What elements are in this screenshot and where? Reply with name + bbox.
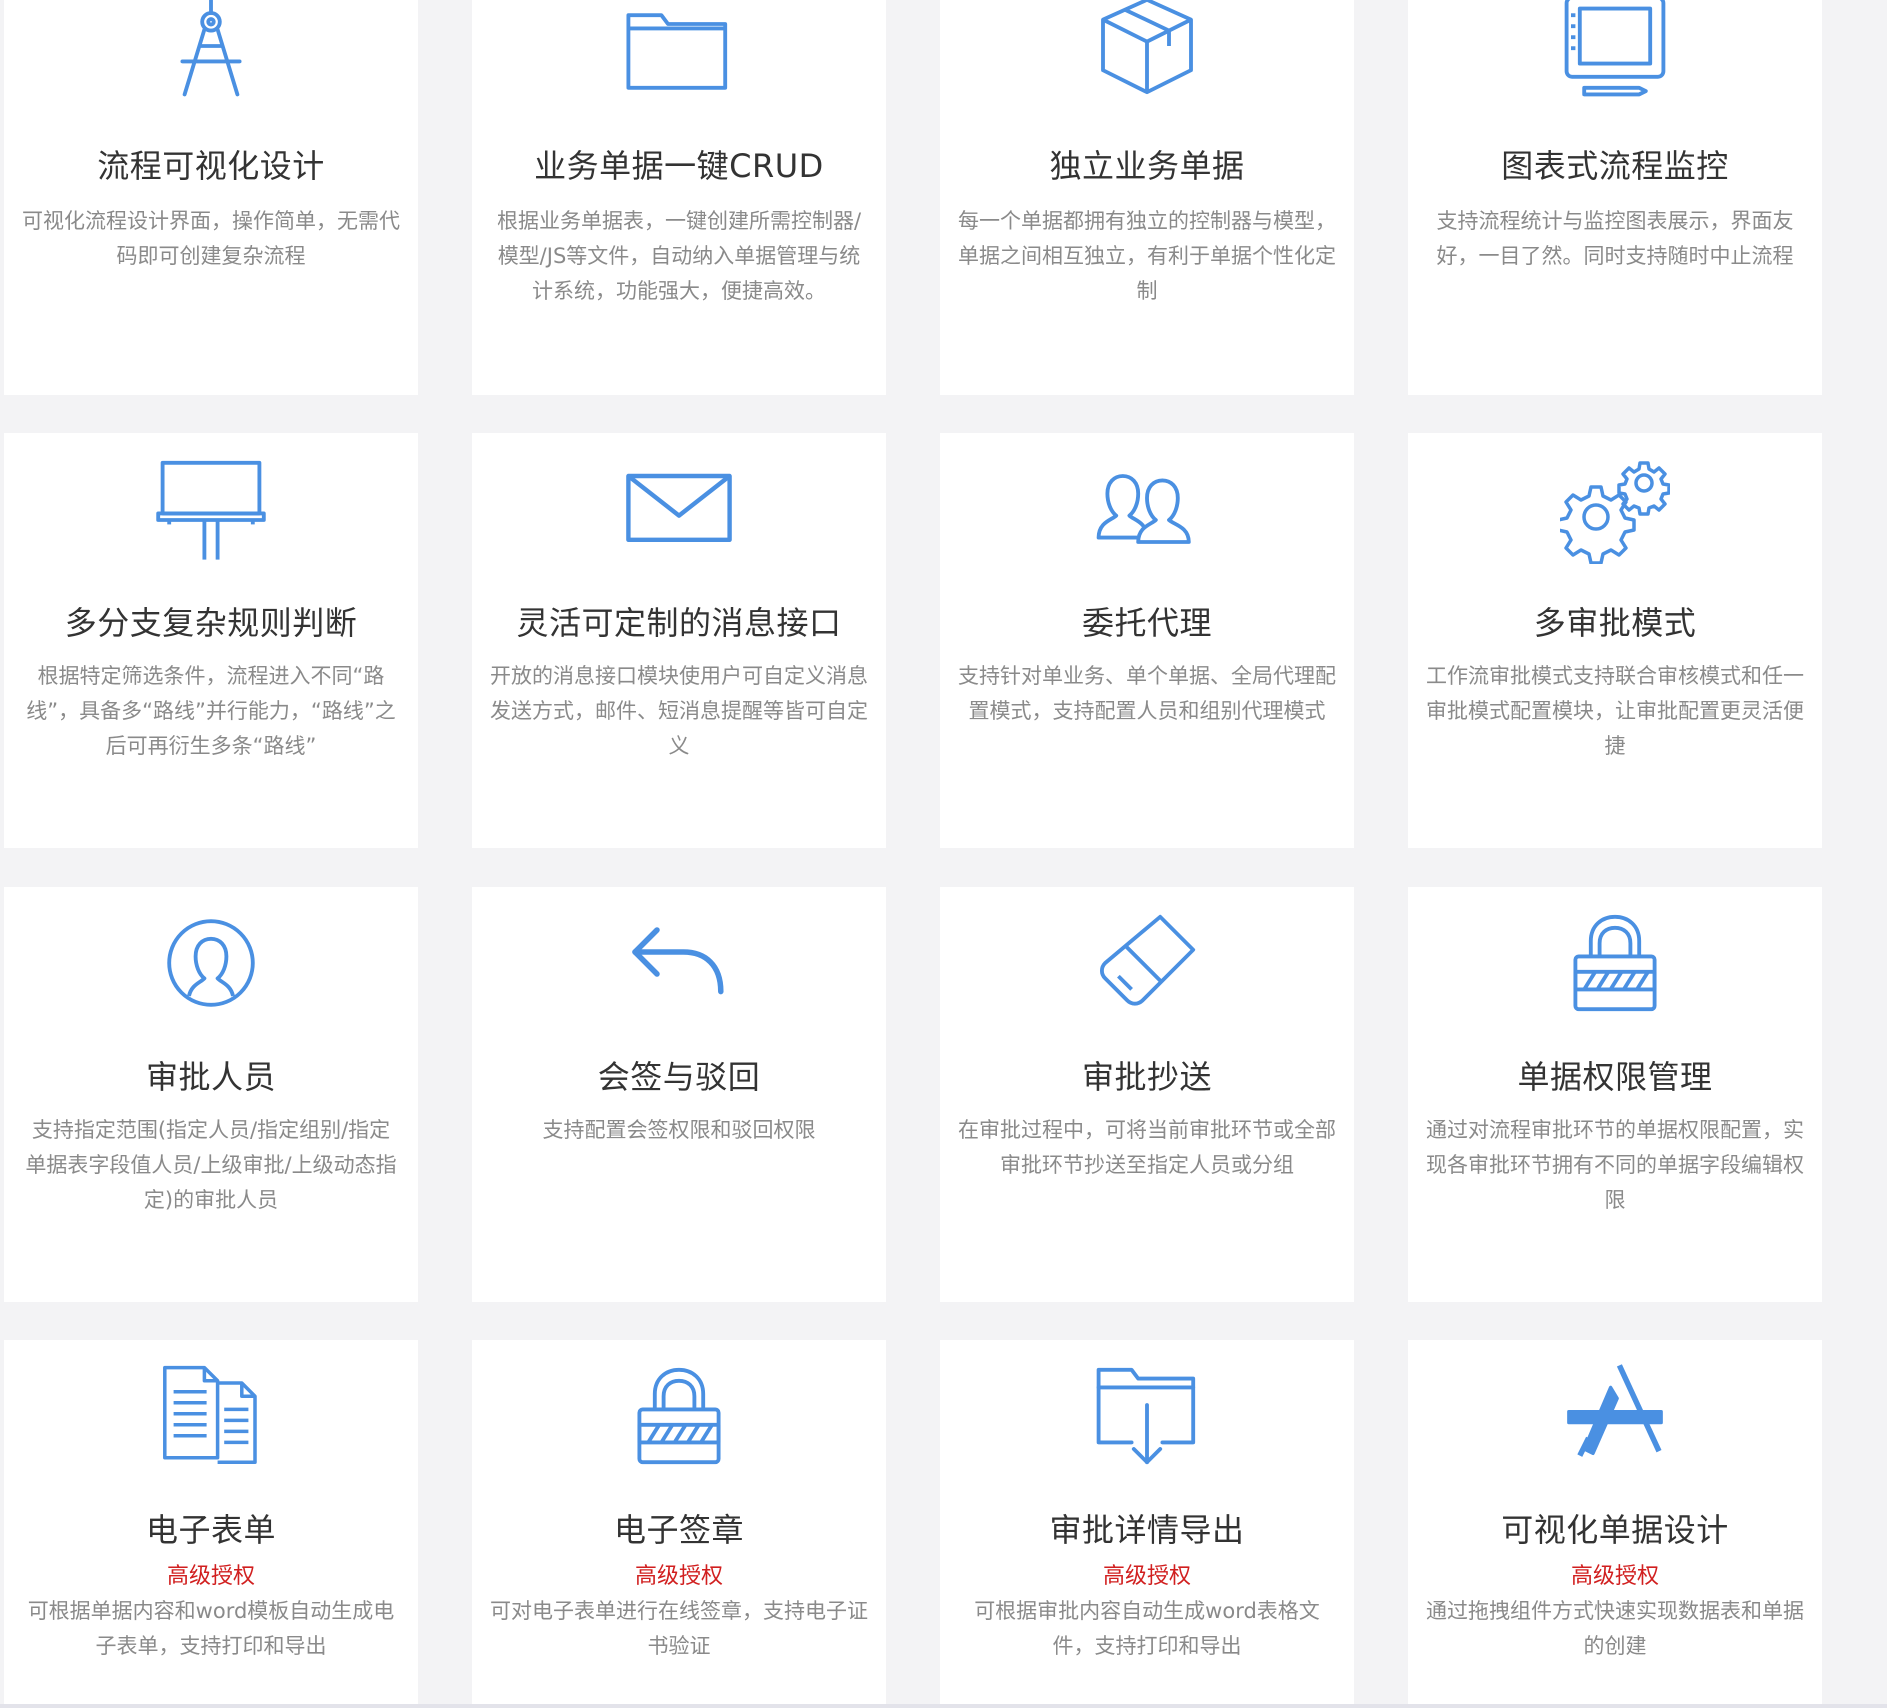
card-description: 支持针对单业务、单个单据、全局代理配置模式，支持配置人员和组别代理模式 bbox=[958, 664, 1336, 723]
card-description: 支持流程统计与监控图表展示，界面友好，一目了然。同时支持随时中止流程 bbox=[1436, 209, 1794, 268]
card-description: 根据特定筛选条件，流程进入不同“路线”，具备多“路线”并行能力，“路线”之后可再… bbox=[26, 664, 396, 758]
feature-card: 多分支复杂规则判断 根据特定筛选条件，流程进入不同“路线”，具备多“路线”并行能… bbox=[4, 433, 418, 848]
users-icon bbox=[940, 457, 1354, 561]
feature-card: 电子签章 高级授权 可对电子表单进行在线签章，支持电子证书验证 bbox=[472, 1340, 886, 1708]
eraser-icon bbox=[940, 911, 1354, 1015]
padlock-icon bbox=[1408, 911, 1822, 1015]
feature-card: 图表式流程监控 支持流程统计与监控图表展示，界面友好，一目了然。同时支持随时中止… bbox=[1408, 0, 1822, 395]
card-description: 在审批过程中，可将当前审批环节或全部审批环节抄送至指定人员或分组 bbox=[958, 1118, 1336, 1177]
reply-arrow-icon bbox=[472, 911, 886, 1015]
feature-card: 会签与驳回 支持配置会签权限和驳回权限 bbox=[472, 887, 886, 1302]
card-title: 业务单据一键CRUD bbox=[534, 147, 824, 185]
card-title: 多分支复杂规则判断 bbox=[64, 604, 358, 642]
premium-license-badge: 高级授权 bbox=[166, 1564, 255, 1589]
feature-card: 电子表单 高级授权 可根据单据内容和word模板自动生成电子表单，支持打印和导出 bbox=[4, 1340, 418, 1708]
box-icon bbox=[940, 0, 1354, 98]
padlock-icon bbox=[472, 1364, 886, 1468]
card-title: 灵活可定制的消息接口 bbox=[516, 604, 842, 642]
card-description: 通过拖拽组件方式快速实现数据表和单据的创建 bbox=[1426, 1599, 1804, 1658]
feature-card: 审批详情导出 高级授权 可根据审批内容自动生成word表格文件，支持打印和导出 bbox=[940, 1340, 1354, 1708]
feature-grid: 流程可视化设计 可视化流程设计界面，操作简单，无需代码即可创建复杂流程 业务单据… bbox=[0, 0, 1887, 1708]
user-circle-icon bbox=[4, 911, 418, 1015]
feature-card: 委托代理 支持针对单业务、单个单据、全局代理配置模式，支持配置人员和组别代理模式 bbox=[940, 433, 1354, 848]
feature-card: 流程可视化设计 可视化流程设计界面，操作简单，无需代码即可创建复杂流程 bbox=[4, 0, 418, 395]
card-description: 工作流审批模式支持联合审核模式和任一审批模式配置模块，让审批配置更灵活便捷 bbox=[1426, 664, 1804, 758]
drafting-compass-icon bbox=[4, 0, 418, 98]
card-title: 多审批模式 bbox=[1533, 604, 1697, 642]
card-description: 支持配置会签权限和驳回权限 bbox=[542, 1118, 816, 1142]
card-title: 流程可视化设计 bbox=[97, 147, 325, 185]
card-description: 通过对流程审批环节的单据权限配置，实现各审批环节拥有不同的单据字段编辑权限 bbox=[1426, 1118, 1804, 1212]
card-title: 委托代理 bbox=[1081, 604, 1212, 642]
bottom-border bbox=[0, 1704, 1887, 1708]
app-store-icon bbox=[1408, 1364, 1822, 1468]
card-title: 独立业务单据 bbox=[1049, 147, 1245, 185]
billboard-icon bbox=[4, 457, 418, 561]
premium-license-badge: 高级授权 bbox=[634, 1564, 723, 1589]
envelope-icon bbox=[472, 457, 886, 561]
card-title: 审批详情导出 bbox=[1049, 1511, 1245, 1549]
premium-license-badge: 高级授权 bbox=[1570, 1564, 1659, 1589]
feature-card: 审批人员 支持指定范围(指定人员/指定组别/指定单据表字段值人员/上级审批/上级… bbox=[4, 887, 418, 1302]
premium-license-badge: 高级授权 bbox=[1102, 1564, 1191, 1589]
card-title: 会签与驳回 bbox=[597, 1058, 761, 1096]
feature-card: 多审批模式 工作流审批模式支持联合审核模式和任一审批模式配置模块，让审批配置更灵… bbox=[1408, 433, 1822, 848]
card-title: 审批人员 bbox=[145, 1058, 276, 1096]
monitor-icon bbox=[1408, 0, 1822, 98]
card-description: 每一个单据都拥有独立的控制器与模型，单据之间相互独立，有利于单据个性化定制 bbox=[958, 209, 1336, 303]
card-description: 可根据单据内容和word模板自动生成电子表单，支持打印和导出 bbox=[27, 1599, 395, 1658]
card-title: 审批抄送 bbox=[1081, 1058, 1212, 1096]
feature-card: 独立业务单据 每一个单据都拥有独立的控制器与模型，单据之间相互独立，有利于单据个… bbox=[940, 0, 1354, 395]
gears-icon bbox=[1408, 457, 1822, 564]
folder-download-icon bbox=[940, 1364, 1354, 1468]
card-description: 可视化流程设计界面，操作简单，无需代码即可创建复杂流程 bbox=[22, 209, 400, 268]
folder-icon bbox=[472, 0, 886, 98]
card-description: 可对电子表单进行在线签章，支持电子证书验证 bbox=[490, 1599, 868, 1658]
card-title: 单据权限管理 bbox=[1517, 1058, 1713, 1096]
documents-icon bbox=[4, 1364, 418, 1468]
card-title: 电子表单 bbox=[145, 1511, 276, 1549]
feature-card: 单据权限管理 通过对流程审批环节的单据权限配置，实现各审批环节拥有不同的单据字段… bbox=[1408, 887, 1822, 1302]
feature-card: 审批抄送 在审批过程中，可将当前审批环节或全部审批环节抄送至指定人员或分组 bbox=[940, 887, 1354, 1302]
feature-card: 灵活可定制的消息接口 开放的消息接口模块使用户可自定义消息发送方式，邮件、短消息… bbox=[472, 433, 886, 848]
card-title: 可视化单据设计 bbox=[1501, 1511, 1729, 1549]
card-description: 支持指定范围(指定人员/指定组别/指定单据表字段值人员/上级审批/上级动态指定)… bbox=[25, 1118, 397, 1212]
card-description: 根据业务单据表，一键创建所需控制器/模型/JS等文件，自动纳入单据管理与统计系统… bbox=[496, 209, 862, 303]
card-title: 图表式流程监控 bbox=[1501, 147, 1729, 185]
card-title: 电子签章 bbox=[613, 1511, 744, 1549]
page-margin bbox=[1848, 0, 1887, 1708]
card-description: 可根据审批内容自动生成word表格文件，支持打印和导出 bbox=[974, 1599, 1320, 1658]
feature-card: 业务单据一键CRUD 根据业务单据表，一键创建所需控制器/模型/JS等文件，自动… bbox=[472, 0, 886, 395]
card-description: 开放的消息接口模块使用户可自定义消息发送方式，邮件、短消息提醒等皆可自定义 bbox=[490, 664, 868, 758]
feature-card: 可视化单据设计 高级授权 通过拖拽组件方式快速实现数据表和单据的创建 bbox=[1408, 1340, 1822, 1708]
